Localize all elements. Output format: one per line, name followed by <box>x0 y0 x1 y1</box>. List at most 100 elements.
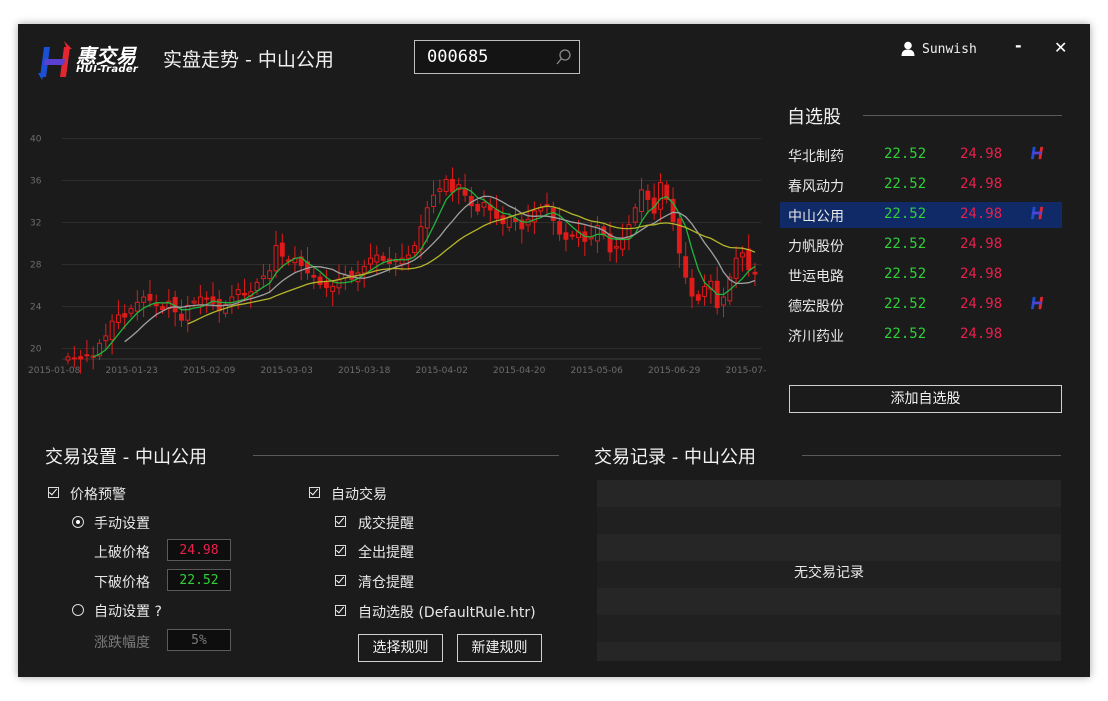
candle-body <box>550 207 556 221</box>
watchlist-sell-price: 24.98 <box>960 236 1003 252</box>
candle-body <box>122 313 128 318</box>
candle-body <box>613 246 619 249</box>
deal-alert-label: 成交提醒 <box>358 516 414 532</box>
manual-setting-radio[interactable] <box>72 516 84 528</box>
watchlist-divider <box>863 115 1062 116</box>
candle-body <box>563 232 569 240</box>
search-icon[interactable] <box>553 47 573 67</box>
candle-body <box>752 271 758 275</box>
watchlist-stock-name: 春风动力 <box>788 179 844 195</box>
auto-trade-label: 自动交易 <box>331 487 387 503</box>
watchlist-item[interactable]: 中山公用 22.52 24.98 <box>780 202 1062 228</box>
logo-subtext: HUI-Trader <box>76 64 139 75</box>
candle-body <box>128 308 134 314</box>
candle-body <box>405 254 411 259</box>
watchlist-item[interactable]: 华北制药 22.52 24.98 <box>780 142 1062 168</box>
candle-body <box>311 274 317 278</box>
select-rule-button[interactable]: 选择规则 <box>358 634 443 662</box>
candle-body <box>115 314 121 323</box>
candle-body <box>569 234 575 237</box>
price-chart[interactable]: 40 36 32 28 24 20 2015-01-08 2015-01-23 2015-02-… <box>26 120 766 384</box>
upper-price-label: 上破价格 <box>94 545 150 561</box>
x-tick-label: 2015-07- <box>726 366 767 376</box>
minimize-button[interactable]: - <box>1015 36 1022 55</box>
search-input[interactable] <box>415 41 563 73</box>
add-watchlist-button[interactable]: 添加自选股 <box>789 385 1062 413</box>
records-divider <box>802 455 1061 456</box>
user-icon <box>901 41 915 56</box>
watchlist-sell-price: 24.98 <box>960 206 1003 222</box>
watchlist-item[interactable]: 力帆股份 22.52 24.98 <box>780 232 1062 258</box>
candle-body <box>71 357 77 360</box>
range-input[interactable]: 5% <box>167 629 231 651</box>
all-out-alert-checkbox[interactable] <box>335 545 346 556</box>
candle-body <box>475 203 481 212</box>
close-button[interactable]: ✕ <box>1054 38 1067 57</box>
new-rule-button[interactable]: 新建规则 <box>457 634 542 662</box>
candle-body <box>443 178 449 192</box>
candle-body <box>733 257 739 279</box>
candle-body <box>185 304 191 321</box>
watchlist-item[interactable]: 世运电路 22.52 24.98 <box>780 262 1062 288</box>
settings-divider <box>253 455 559 456</box>
price-alert-checkbox[interactable] <box>48 487 59 498</box>
candle-body <box>506 216 512 228</box>
lower-price-input[interactable]: 22.52 <box>167 569 231 591</box>
watchlist-item[interactable]: 春风动力 22.52 24.98 <box>780 172 1062 198</box>
candle-body <box>317 276 323 285</box>
auto-trade-checkbox[interactable] <box>309 487 320 498</box>
candle-body <box>380 255 386 261</box>
clear-alert-label: 清仓提醒 <box>358 575 414 591</box>
deal-alert-checkbox[interactable] <box>335 516 346 527</box>
watchlist-buy-price: 22.52 <box>884 236 927 252</box>
x-tick-label: 2015-04-20 <box>493 366 546 376</box>
watchlist-sell-price: 24.98 <box>960 266 1003 282</box>
candle-body <box>450 178 455 193</box>
y-tick-label: 24 <box>30 303 42 313</box>
x-tick-label: 2015-01-08 <box>28 366 81 376</box>
auto-setting-radio[interactable] <box>72 604 84 616</box>
candle-body <box>746 248 752 271</box>
watchlist-item[interactable]: 济川药业 22.52 24.98 <box>780 322 1062 348</box>
candle-body <box>178 313 184 321</box>
candle-body <box>361 266 367 274</box>
watchlist-buy-price: 22.52 <box>884 266 927 282</box>
candle-body <box>330 286 336 292</box>
candle-body <box>147 294 153 301</box>
clear-alert-checkbox[interactable] <box>335 575 346 586</box>
records-empty-message: 无交易记录 <box>794 565 864 581</box>
candle-body <box>632 207 638 223</box>
candle-body <box>78 356 84 360</box>
candle-body <box>235 289 241 296</box>
watchlist-stock-name: 德宏股份 <box>788 299 844 315</box>
app-window: 惠交易 HUI-Trader 实盘走势 - 中山公用 Sunwish - ✕ 4… <box>18 24 1090 677</box>
candle-body <box>191 300 197 304</box>
upper-price-input[interactable]: 24.98 <box>167 539 231 561</box>
candle-body <box>695 294 701 301</box>
candle-body <box>481 202 487 208</box>
watchlist-item[interactable]: 德宏股份 22.52 24.98 <box>780 292 1062 318</box>
stock-search[interactable] <box>414 40 580 74</box>
all-out-alert-label: 全出提醒 <box>358 545 414 561</box>
x-tick-label: 2015-05-06 <box>571 366 624 376</box>
candle-body <box>368 257 373 265</box>
candle-body <box>374 254 380 263</box>
candle-body <box>639 189 645 213</box>
candle-body <box>242 292 247 296</box>
auto-select-checkbox[interactable] <box>335 605 346 616</box>
candle-body <box>153 303 159 306</box>
candle-body <box>279 242 285 257</box>
candle-body <box>109 320 115 341</box>
lower-price-label: 下破价格 <box>94 575 150 591</box>
watchlist-buy-price: 22.52 <box>884 176 927 192</box>
hui-trader-mark-icon <box>1030 144 1045 165</box>
watchlist-sell-price: 24.98 <box>960 296 1003 312</box>
watchlist-stock-name: 济川药业 <box>788 329 844 345</box>
candle-body <box>431 194 437 208</box>
candle-body <box>160 306 165 311</box>
username[interactable]: Sunwish <box>922 42 977 57</box>
x-tick-label: 2015-03-03 <box>261 366 313 376</box>
watchlist-sell-price: 24.98 <box>960 326 1003 342</box>
candle-body <box>676 218 682 254</box>
records-title: 交易记录 - 中山公用 <box>594 447 756 468</box>
